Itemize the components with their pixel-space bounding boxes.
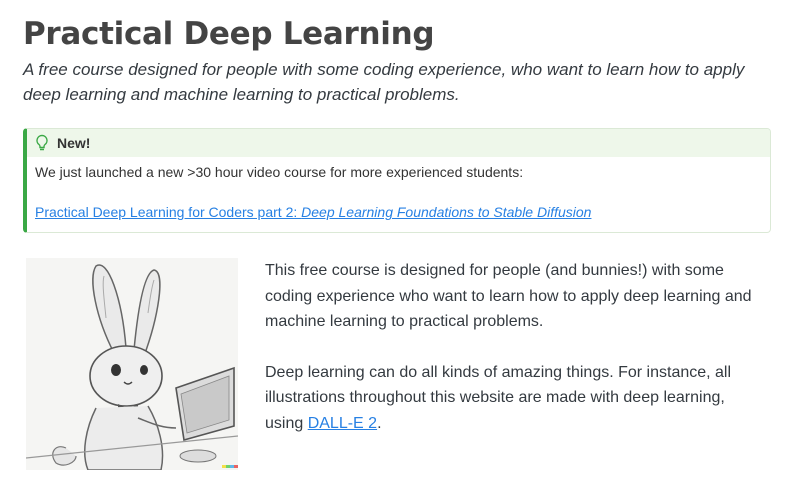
bunny-illustration xyxy=(26,258,238,470)
callout-text: We just launched a new >30 hour video co… xyxy=(35,164,524,180)
page-title: Practical Deep Learning xyxy=(23,16,435,52)
callout-title: New! xyxy=(57,135,91,151)
callout-body: We just launched a new >30 hour video co… xyxy=(27,157,770,222)
new-course-callout: New! We just launched a new >30 hour vid… xyxy=(23,128,771,233)
part2-course-link[interactable]: Practical Deep Learning for Coders part … xyxy=(35,204,591,220)
callout-header: New! xyxy=(27,129,770,157)
part2-link-emphasis: Deep Learning Foundations to Stable Diff… xyxy=(301,204,592,220)
lightbulb-icon xyxy=(35,134,51,152)
part2-link-prefix: Practical Deep Learning for Coders part … xyxy=(35,204,302,220)
dalle-2-link[interactable]: DALL-E 2 xyxy=(308,415,377,432)
intro-paragraph-2: Deep learning can do all kinds of amazin… xyxy=(265,360,765,437)
paragraph-2-end: . xyxy=(377,414,382,432)
intro-text: This free course is designed for people … xyxy=(265,258,765,461)
intro-paragraph-1: This free course is designed for people … xyxy=(265,262,752,330)
callout-link-line: Practical Deep Learning for Coders part … xyxy=(35,203,762,222)
page-subtitle: A free course designed for people with s… xyxy=(23,60,745,104)
